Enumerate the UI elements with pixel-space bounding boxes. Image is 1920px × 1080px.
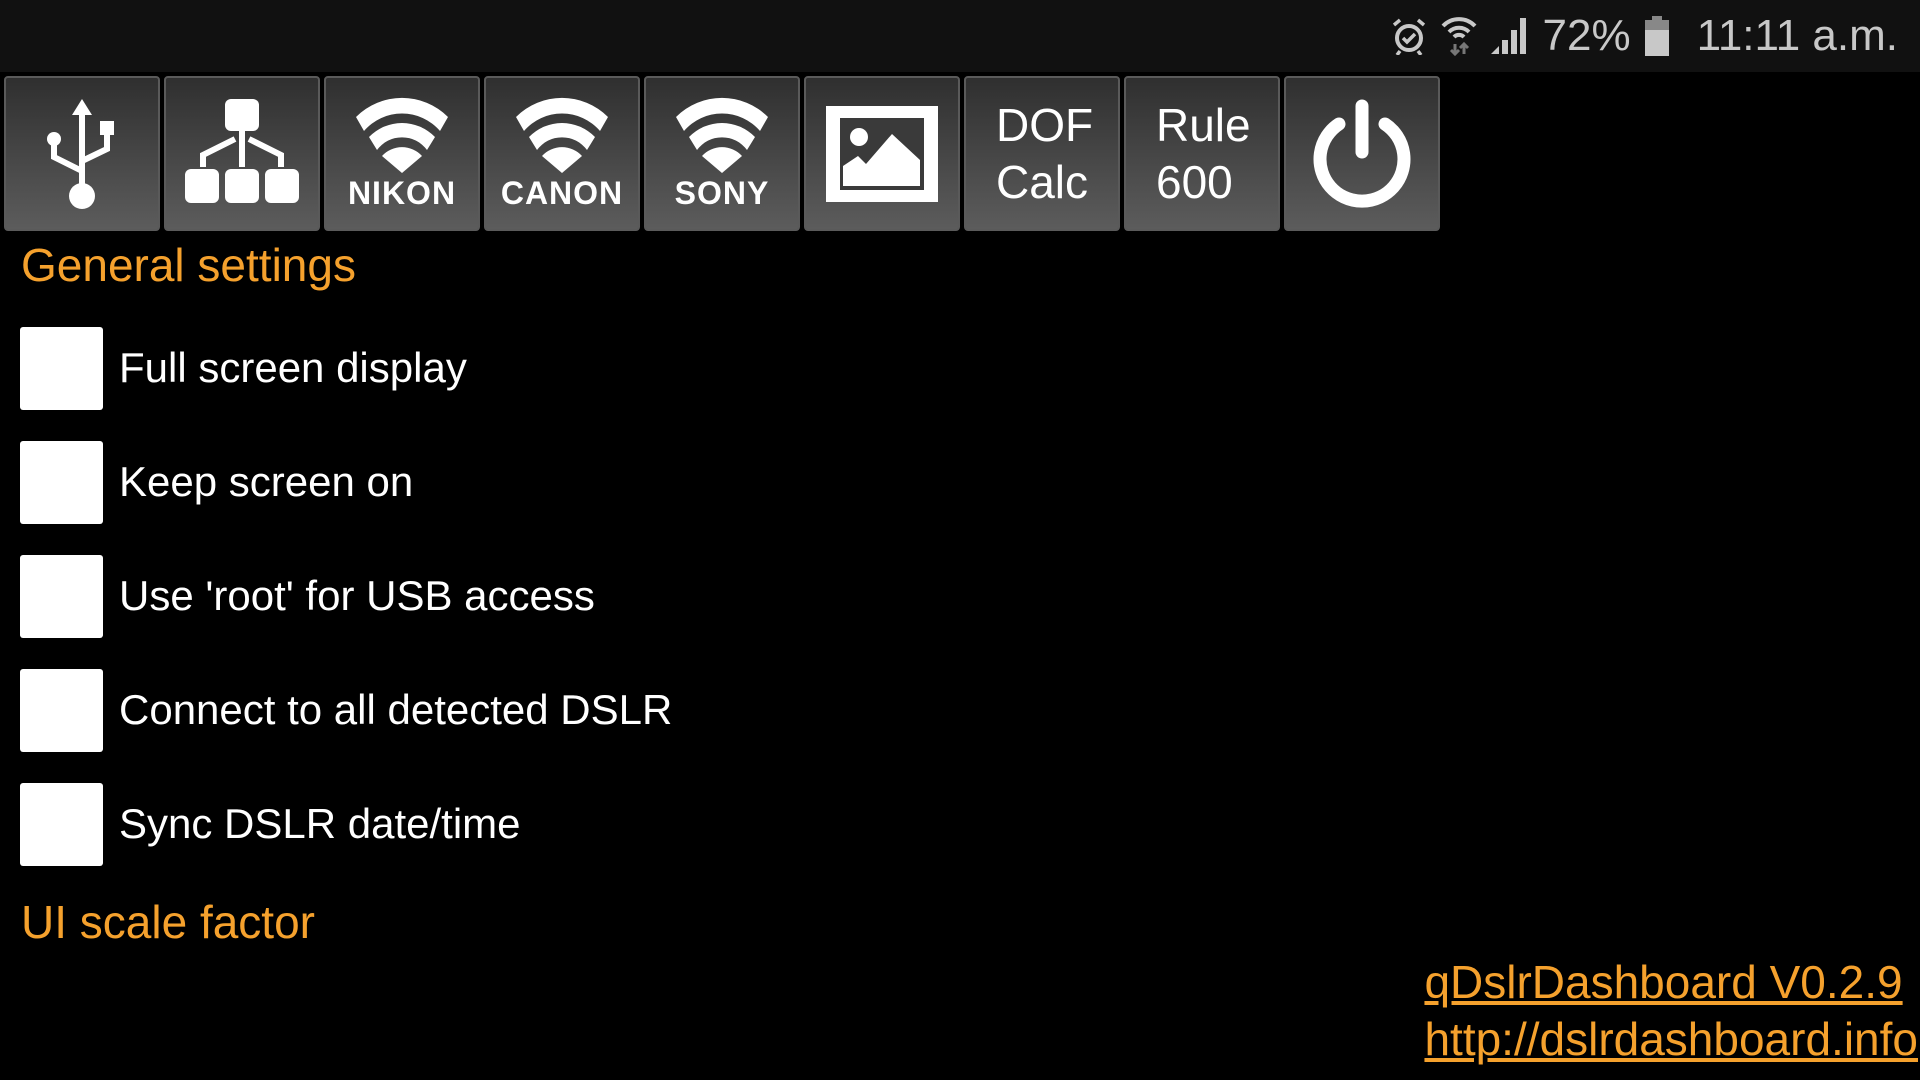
option-keep-screen-on: Keep screen on [20,440,413,524]
wifi-icon [676,97,768,173]
battery-icon [1644,16,1669,56]
rule-600-button[interactable]: Rule 600 [1124,76,1280,231]
root-usb-checkbox[interactable] [20,554,103,638]
option-full-screen: Full screen display [20,326,467,410]
ui-scale-heading: UI scale factor [21,896,315,948]
sony-wifi-button[interactable]: SONY [644,76,800,231]
connect-all-checkbox[interactable] [20,668,103,752]
footer-links: qDslrDashboard V0.2.9 http://dslrdashboa… [1424,954,1918,1068]
clock: 11:11 a.m. [1696,11,1898,60]
battery-percent: 72% [1542,11,1631,60]
rule-600-line1: Rule [1156,98,1251,151]
alarm-icon [1392,18,1425,55]
sony-label: SONY [674,175,770,211]
gallery-button[interactable] [804,76,960,231]
root-usb-label: Use 'root' for USB access [119,572,595,619]
full-screen-checkbox[interactable] [20,326,103,410]
sync-datetime-label: Sync DSLR date/time [119,800,521,847]
keep-screen-on-checkbox[interactable] [20,440,103,524]
status-icons: 72% 11:11 a.m. [1391,0,1898,72]
signal-icon [1490,18,1526,54]
dof-calc-line1: DOF [996,98,1094,151]
dof-calc-button[interactable]: DOF Calc [964,76,1120,231]
nikon-label: NIKON [347,175,457,211]
connect-all-label: Connect to all detected DSLR [119,686,673,733]
toolbar: NIKON CANON SONY DOF Calc Rule 600 [4,76,1440,232]
network-icon [185,98,299,203]
option-sync-datetime: Sync DSLR date/time [20,782,521,866]
version-link[interactable]: qDslrDashboard V0.2.9 [1424,954,1918,1011]
option-connect-all: Connect to all detected DSLR [20,668,672,752]
network-button[interactable] [164,76,320,231]
nikon-wifi-button[interactable]: NIKON [324,76,480,231]
general-settings-heading: General settings [21,239,356,291]
dof-calc-line2: Calc [996,155,1089,208]
wifi-icon [1441,17,1477,56]
power-button[interactable] [1284,76,1440,231]
option-root-usb: Use 'root' for USB access [20,554,595,638]
rule-600-line2: 600 [1156,155,1233,208]
sync-datetime-checkbox[interactable] [20,782,103,866]
canon-wifi-button[interactable]: CANON [484,76,640,231]
usb-button[interactable] [4,76,160,231]
status-bar: 72% 11:11 a.m. [0,0,1920,72]
power-icon [1313,99,1411,208]
image-icon [826,105,938,202]
full-screen-label: Full screen display [119,344,467,391]
website-link[interactable]: http://dslrdashboard.info [1424,1011,1918,1068]
canon-label: CANON [500,175,624,211]
wifi-icon [356,97,448,173]
wifi-icon [516,97,608,173]
keep-screen-on-label: Keep screen on [119,458,414,505]
usb-icon [47,98,114,209]
